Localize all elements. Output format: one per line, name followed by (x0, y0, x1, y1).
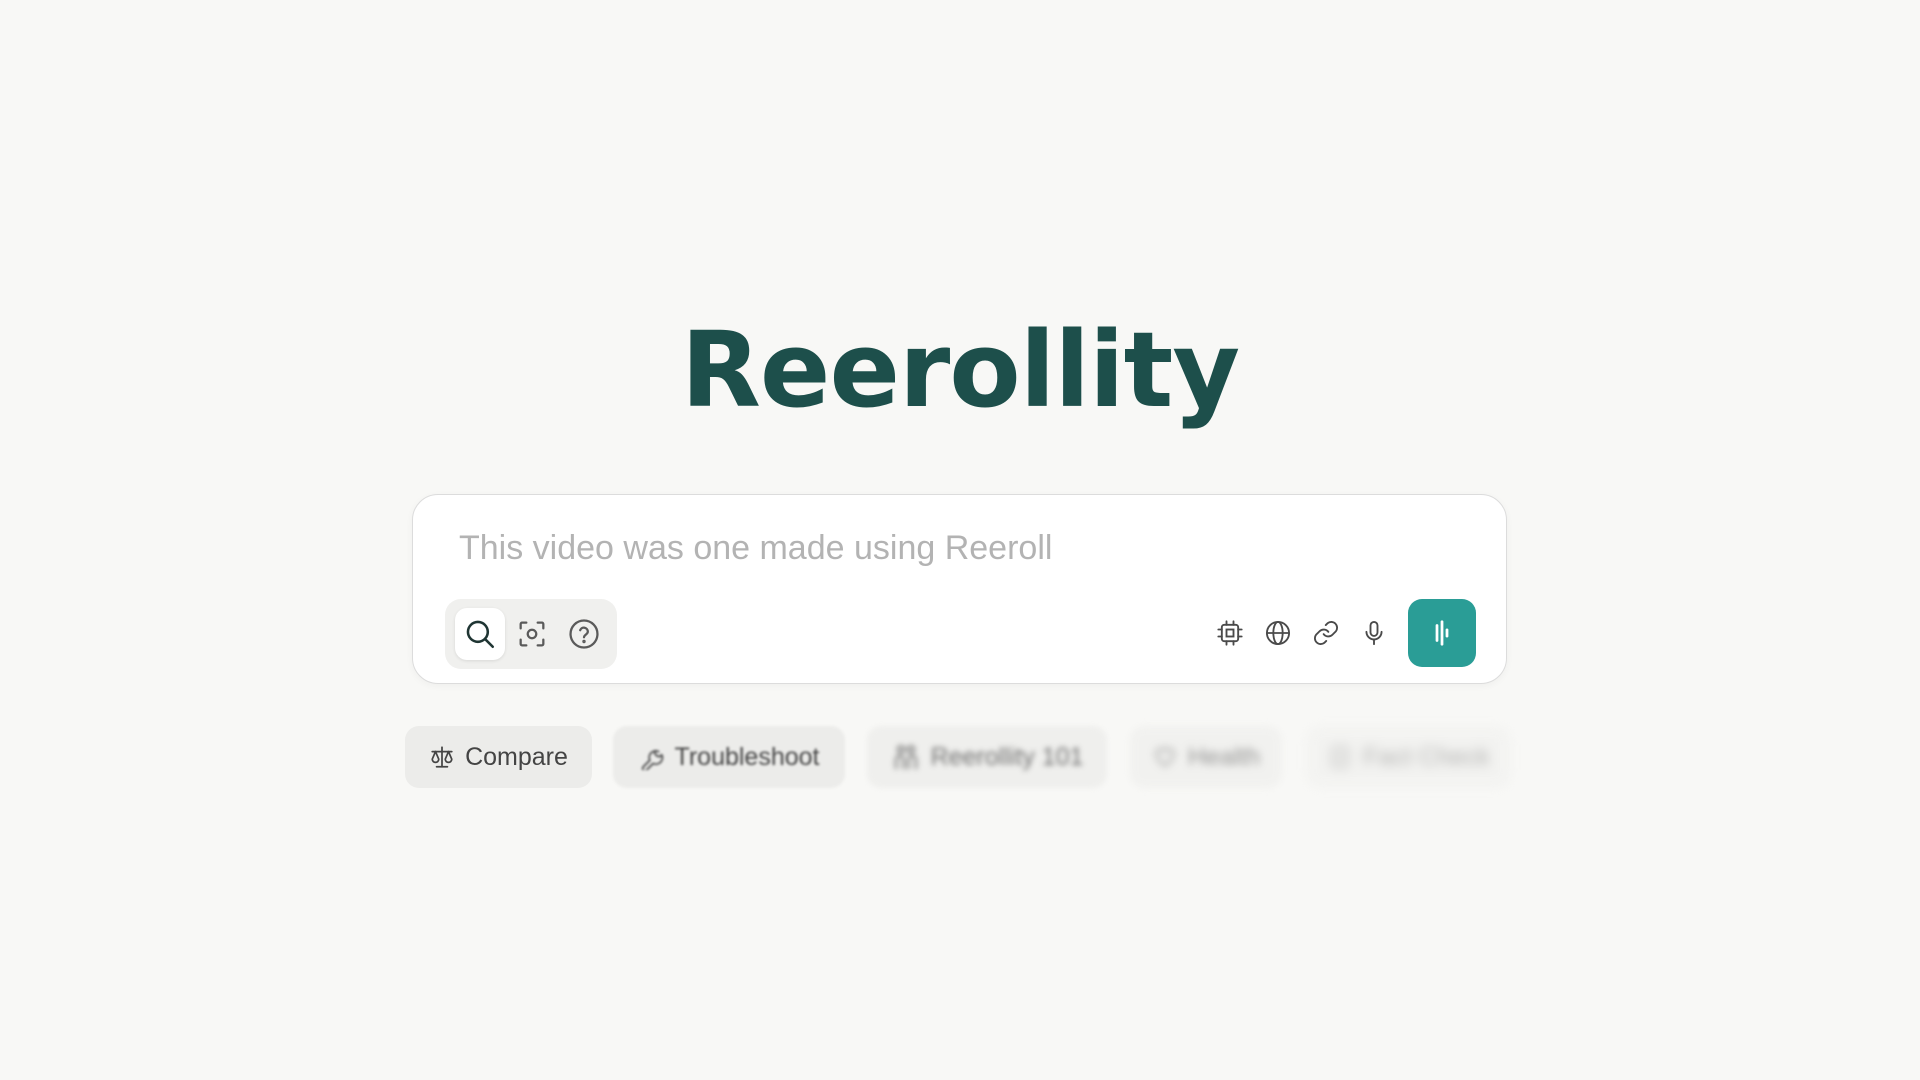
suggestion-compare[interactable]: Compare (405, 726, 592, 788)
voice-mode-button[interactable] (1408, 599, 1476, 667)
chip-icon (1217, 620, 1243, 646)
search-icon (466, 620, 495, 649)
suggestion-label: Fact Check (1363, 742, 1490, 771)
suggestion-reerollity-101[interactable]: Reerollity 101 (867, 726, 1107, 788)
suggestion-label: Reerollity 101 (930, 742, 1084, 771)
globe-icon (1265, 620, 1291, 646)
audio-wave-icon (1435, 620, 1449, 646)
model-select-button[interactable] (1208, 611, 1252, 655)
suggestion-health[interactable]: Health (1130, 726, 1282, 788)
dictation-button[interactable] (1352, 611, 1396, 655)
suggestion-label: Health (1187, 742, 1261, 771)
link-icon (1313, 620, 1339, 646)
microphone-icon (1365, 620, 1383, 646)
web-search-button[interactable] (1256, 611, 1300, 655)
search-box (412, 494, 1507, 684)
suggestion-label: Troubleshoot (674, 742, 820, 771)
search-mode-group (445, 599, 617, 669)
people-icon (894, 745, 917, 770)
help-mode-button[interactable] (559, 608, 609, 660)
help-circle-icon (569, 619, 599, 649)
search-mode-button[interactable] (455, 608, 505, 660)
focus-scan-icon (519, 621, 545, 647)
search-input[interactable] (459, 525, 1439, 571)
heart-icon (1155, 748, 1175, 767)
attach-link-button[interactable] (1304, 611, 1348, 655)
check-icon (1331, 746, 1349, 768)
scale-icon (431, 746, 453, 768)
focus-mode-button[interactable] (507, 608, 557, 660)
suggestion-label: Compare (465, 742, 568, 771)
suggestion-fact-check[interactable]: Fact Check (1306, 726, 1511, 788)
wrench-icon (641, 749, 663, 770)
logo-text: Reerollity (680, 309, 1240, 431)
suggestion-troubleshoot[interactable]: Troubleshoot (613, 726, 845, 788)
page: Reerollity This video was one made using… (0, 0, 1920, 1080)
